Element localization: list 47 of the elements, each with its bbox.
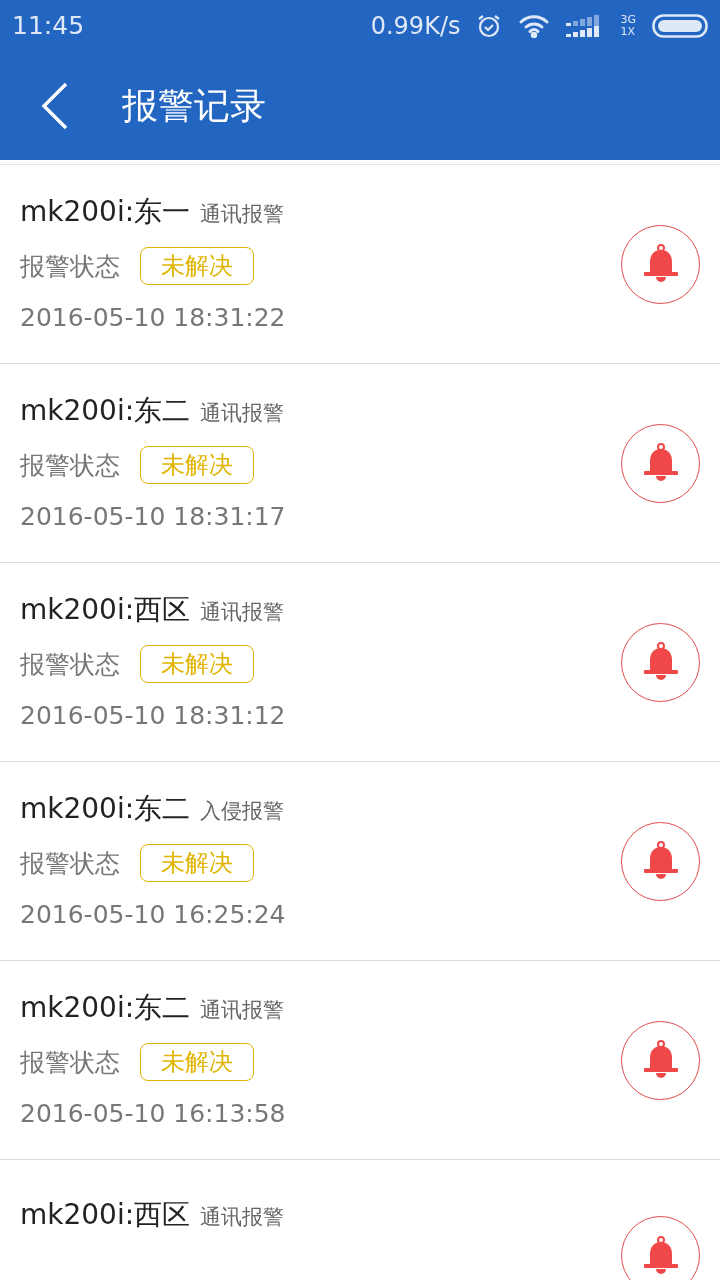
alarm-type: 通讯报警 [200,599,285,627]
page-title: 报警记录 [122,84,266,128]
clock-time: 11:45 [12,10,85,43]
bell-icon [641,443,680,483]
bell-icon [641,1040,680,1080]
alarm-type: 通讯报警 [200,201,285,229]
battery-icon [652,14,708,38]
status-tag: 未解决 [140,446,254,485]
status-label: 报警状态 [20,648,120,681]
status-tag: 未解决 [140,844,254,883]
device-name: mk200i:东二 [20,990,191,1027]
alarm-type: 通讯报警 [200,997,285,1025]
status-label: 报警状态 [20,1046,120,1079]
bell-icon [641,642,680,682]
status-label: 报警状态 [20,847,120,880]
device-name: mk200i:西区 [20,1197,191,1233]
alarm-item[interactable]: mk200i:西区 通讯报警 [0,1160,720,1280]
device-name: mk200i:东一 [20,194,191,231]
alarm-type: 通讯报警 [200,400,285,428]
alarm-time: 2016-05-10 16:25:24 [20,899,286,932]
alarm-item[interactable]: mk200i:西区 通讯报警 报警状态 未解决 2016-05-10 18:31:12 [0,563,720,762]
alarm-item[interactable]: mk200i:东二 通讯报警 报警状态 未解决 2016-05-10 16:13:58 [0,961,720,1160]
network-type: 3G [620,14,636,26]
alarm-item[interactable]: mk200i:东一 通讯报警 报警状态 未解决 2016-05-10 18:31:22 [0,165,720,364]
bell-icon [641,841,680,881]
alarm-time: 2016-05-10 18:31:22 [20,302,286,335]
bell-icon [641,1235,680,1276]
alarm-item[interactable]: mk200i:东二 通讯报警 报警状态 未解决 2016-05-10 18:31:17 [0,364,720,563]
status-label: 报警状态 [20,449,120,482]
status-tag: 未解决 [140,1043,254,1082]
network-speed: 0.99K/s [370,11,461,42]
alarm-item[interactable]: mk200i:东二 入侵报警 报警状态 未解决 2016-05-10 16:25:24 [0,762,720,961]
alarm-type: 通讯报警 [200,1204,285,1231]
status-tag: 未解决 [140,645,254,684]
status-label: 报警状态 [20,250,120,283]
alarm-time: 2016-05-10 16:13:58 [20,1098,286,1131]
status-tag: 未解决 [140,247,254,286]
device-name: mk200i:东二 [20,791,191,828]
alarm-time: 2016-05-10 18:31:12 [20,700,286,733]
back-button[interactable] [40,81,70,131]
alarm-time: 2016-05-10 18:31:17 [20,501,286,534]
bell-icon [641,244,680,284]
network-type: 1X [620,26,636,38]
wifi-icon [518,14,551,38]
alarm-type: 入侵报警 [200,798,285,826]
device-name: mk200i:东二 [20,393,191,430]
device-name: mk200i:西区 [20,592,191,629]
